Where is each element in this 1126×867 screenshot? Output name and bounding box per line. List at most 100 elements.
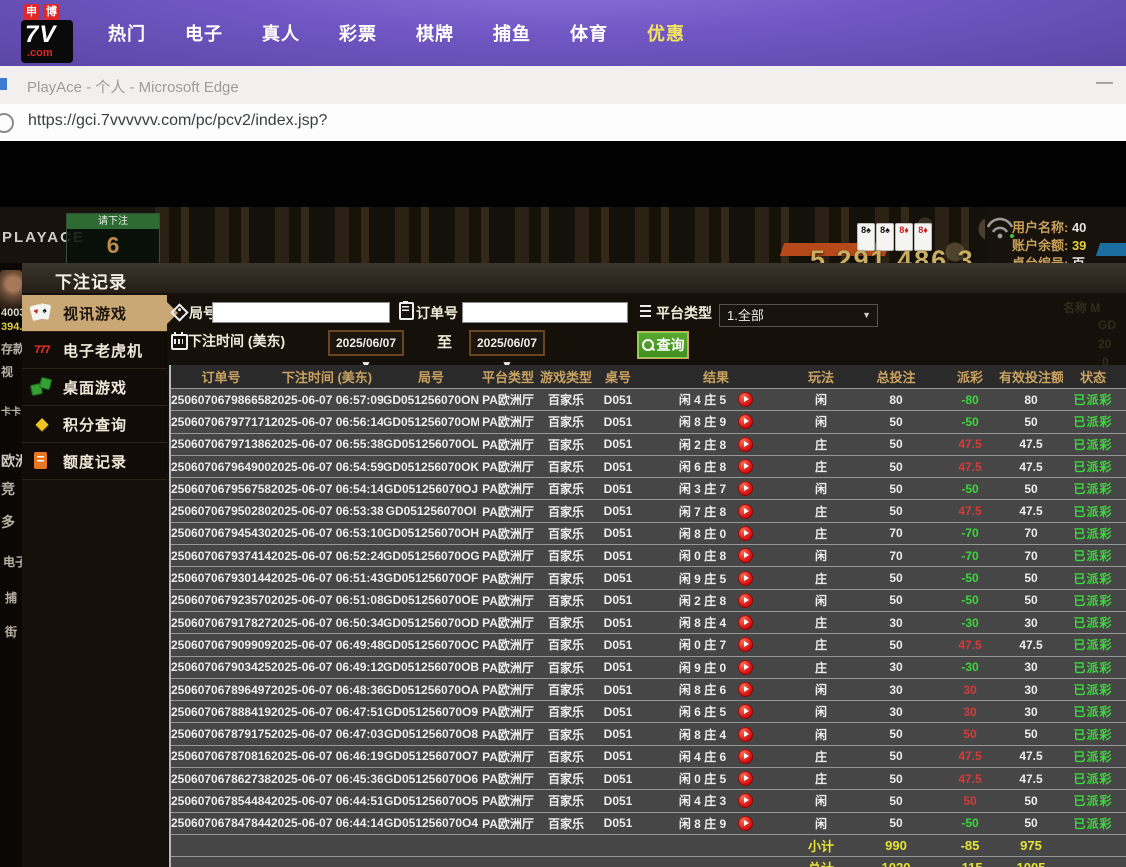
user-info-row: 账户余额: 39 [1012, 235, 1086, 253]
date-from-select[interactable]: 2025/06/07 ▼ [328, 330, 404, 356]
logo-badge-right: 博 [43, 4, 60, 20]
table-row[interactable]: 2506070679374142025-06-07 06:52:24GD0512… [171, 544, 1126, 566]
cell: 闲 [791, 413, 851, 430]
column-header[interactable]: 桌号 [595, 367, 641, 386]
column-header[interactable]: 结果 [641, 367, 791, 386]
sidebar-item-slot-machines[interactable]: 777电子老虎机 [22, 332, 167, 369]
nav-item-board[interactable]: 棋牌 [416, 20, 454, 46]
status-badge: 已派彩 [1063, 681, 1123, 698]
payout-cell: 47.5 [941, 460, 999, 474]
table-row[interactable]: 2506070678884192025-06-07 06:47:51GD0512… [171, 700, 1126, 722]
table-row[interactable]: 2506070679866582025-06-07 06:57:09GD0512… [171, 388, 1126, 410]
table-row[interactable]: 2506070679454302025-06-07 06:53:10GD0512… [171, 522, 1126, 544]
replay-play-button[interactable] [738, 704, 753, 719]
cell: 50 [851, 504, 941, 518]
table-row[interactable]: 2506070678478442025-06-07 06:44:14GD0512… [171, 812, 1126, 834]
table-row[interactable]: 2506070679649002025-06-07 06:54:59GD0512… [171, 455, 1126, 477]
result-cell: 闲 9 庄 5 [641, 570, 791, 587]
table-row[interactable]: 2506070679713862025-06-07 06:55:38GD0512… [171, 433, 1126, 455]
table-row[interactable]: 2506070678708162025-06-07 06:46:19GD0512… [171, 745, 1126, 767]
replay-play-button[interactable] [738, 571, 753, 586]
replay-play-button[interactable] [738, 682, 753, 697]
order-number-input[interactable] [462, 302, 628, 323]
date-to-select[interactable]: 2025/06/07 ▼ [469, 330, 545, 356]
table-row[interactable]: 2506070679502802025-06-07 06:53:38GD0512… [171, 499, 1126, 521]
cell: 250607067854484 [171, 794, 271, 808]
replay-play-button[interactable] [738, 727, 753, 742]
background-fragment: 存款 [1, 340, 22, 357]
table-row[interactable]: 2506070679301442025-06-07 06:51:43GD0512… [171, 566, 1126, 588]
table-row[interactable]: 2506070678544842025-06-07 06:44:51GD0512… [171, 789, 1126, 811]
nav-item-live[interactable]: 真人 [262, 20, 300, 46]
column-header[interactable]: 总投注 [851, 367, 941, 386]
search-button[interactable]: 查询 [637, 331, 689, 359]
replay-play-button[interactable] [738, 660, 753, 675]
table-row[interactable]: 2506070679771712025-06-07 06:56:14GD0512… [171, 410, 1126, 432]
sidebar-item-video-games[interactable]: ♥♠视讯游戏 [22, 295, 167, 332]
table-row[interactable]: 2506070679034252025-06-07 06:49:12GD0512… [171, 656, 1126, 678]
nav-item-slots[interactable]: 电子 [185, 20, 223, 46]
table-row[interactable]: 2506070678791752025-06-07 06:47:03GD0512… [171, 722, 1126, 744]
replay-play-button[interactable] [738, 816, 753, 831]
replay-play-button[interactable] [738, 593, 753, 608]
replay-play-button[interactable] [738, 414, 753, 429]
replay-play-button[interactable] [738, 481, 753, 496]
table-row[interactable]: 2506070679235702025-06-07 06:51:08GD0512… [171, 589, 1126, 611]
cell: 50 [999, 415, 1063, 429]
sidebar-item-table-games[interactable]: 桌面游戏 [22, 369, 167, 406]
column-header[interactable]: 平台类型 [479, 367, 537, 386]
sidebar-item-points-query[interactable]: ◆积分查询 [22, 406, 167, 443]
table-row[interactable]: 2506070678964972025-06-07 06:48:36GD0512… [171, 678, 1126, 700]
result-text: 闲 7 庄 8 [679, 503, 726, 520]
nav-item-fishing[interactable]: 捕鱼 [493, 20, 531, 46]
column-header[interactable]: 下注时间 (美东) [271, 367, 383, 386]
column-header[interactable]: 游戏类型 [537, 367, 595, 386]
replay-play-button[interactable] [738, 548, 753, 563]
column-header[interactable]: 状态 [1063, 367, 1123, 386]
nav-item-lottery[interactable]: 彩票 [339, 20, 377, 46]
replay-play-button[interactable] [738, 793, 753, 808]
replay-play-button[interactable] [738, 437, 753, 452]
cell: PA欧洲厅 [479, 614, 537, 631]
table-row[interactable]: 2506070679567582025-06-07 06:54:14GD0512… [171, 477, 1126, 499]
page-background [0, 141, 1126, 207]
cell: PA欧洲厅 [479, 815, 537, 832]
nav-item-promo[interactable]: 优惠 [647, 20, 685, 46]
replay-play-button[interactable] [738, 749, 753, 764]
chevron-down-icon: ▼ [862, 305, 871, 326]
replay-play-button[interactable] [738, 526, 753, 541]
column-header[interactable]: 有效投注额 [999, 367, 1063, 386]
replay-play-button[interactable] [738, 615, 753, 630]
column-header[interactable]: 玩法 [791, 367, 851, 386]
brand-logo[interactable]: 申 博 7V .com [21, 3, 87, 63]
page-info-icon[interactable] [0, 113, 14, 133]
column-header[interactable]: 局号 [383, 367, 479, 386]
replay-play-button[interactable] [738, 504, 753, 519]
cell: GD051256070OD [383, 616, 479, 630]
platform-type-select[interactable]: 1.全部 ▼ [719, 304, 878, 327]
replay-play-button[interactable] [738, 392, 753, 407]
table-row[interactable]: 2506070678627382025-06-07 06:45:36GD0512… [171, 767, 1126, 789]
column-header[interactable]: 派彩 [941, 367, 999, 386]
minimize-button[interactable]: — [1096, 72, 1113, 92]
table-row[interactable]: 2506070679178272025-06-07 06:50:34GD0512… [171, 611, 1126, 633]
cell: 250607067870816 [171, 749, 271, 763]
replay-play-button[interactable] [738, 459, 753, 474]
replay-play-button[interactable] [738, 637, 753, 652]
cell: PA欧洲厅 [479, 391, 537, 408]
cell: D051 [595, 660, 641, 674]
nav-item-hot[interactable]: 热门 [108, 20, 146, 46]
url-text[interactable]: https://gci.7vvvvvv.com/pc/pcv2/index.js… [28, 112, 327, 130]
table-row[interactable]: 2506070679099092025-06-07 06:49:48GD0512… [171, 633, 1126, 655]
cell: 250607067862738 [171, 772, 271, 786]
nav-item-sports[interactable]: 体育 [570, 20, 608, 46]
user-info-panel: 用户名称: 40账户余额: 39桌台编号: 百 [1012, 217, 1086, 263]
sidebar-item-credit-records[interactable]: 额度记录 [22, 443, 167, 480]
replay-play-button[interactable] [738, 771, 753, 786]
cell: PA欧洲厅 [479, 659, 537, 676]
round-number-input[interactable] [212, 302, 390, 323]
tag-icon [170, 303, 188, 321]
cell: 百家乐 [537, 480, 595, 497]
payout-cell: -50 [941, 482, 999, 496]
column-header[interactable]: 订单号 [171, 367, 271, 386]
